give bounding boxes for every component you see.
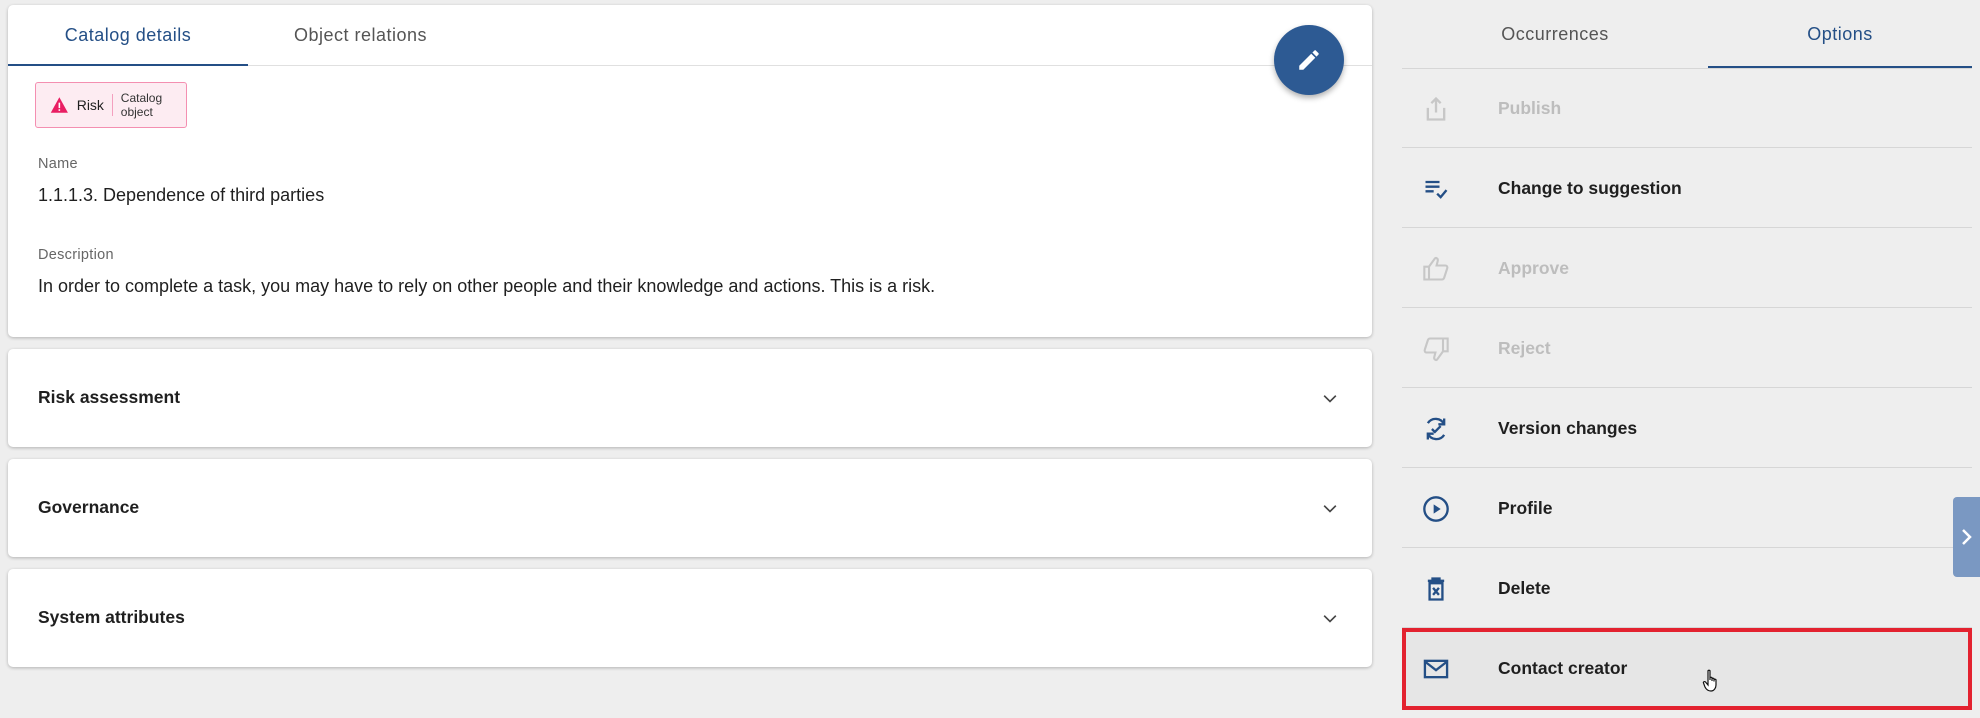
chip-divider [111, 94, 113, 116]
catalog-details-card: Catalog details Object relations Risk Ca… [8, 5, 1372, 337]
chevron-down-icon [1323, 505, 1337, 513]
option-label: Reject [1498, 337, 1551, 358]
option-change-to-suggestion[interactable]: Change to suggestion [1402, 149, 1972, 228]
pencil-icon [1299, 50, 1319, 70]
option-label: Change to suggestion [1498, 177, 1682, 198]
option-label: Profile [1498, 497, 1553, 518]
accordion-title: Risk assessment [38, 387, 181, 407]
play-circle-icon [1423, 496, 1449, 522]
edit-button[interactable] [1274, 25, 1344, 95]
share-icon [1426, 96, 1446, 121]
accordion-title: System attributes [38, 607, 185, 627]
mail-icon [1423, 659, 1449, 679]
option-delete[interactable]: Delete [1402, 549, 1972, 628]
chevron-right-icon [1961, 529, 1972, 545]
tab-catalog-details[interactable]: Catalog details [8, 5, 248, 66]
chip-type: Catalog object [120, 91, 163, 119]
option-publish[interactable]: Publish [1402, 69, 1972, 148]
tab-object-relations[interactable]: Object relations [248, 5, 473, 65]
option-label: Approve [1498, 257, 1569, 278]
chevron-down-icon [1323, 395, 1337, 403]
thumb-down-icon [1423, 337, 1449, 361]
name-label: Name [38, 156, 78, 172]
tab-occurrences[interactable]: Occurrences [1402, 0, 1708, 68]
option-approve[interactable]: Approve [1402, 229, 1972, 308]
warning-icon [50, 97, 68, 113]
details-tabs: Catalog details Object relations [8, 5, 1372, 66]
option-reject[interactable]: Reject [1402, 309, 1972, 388]
option-profile[interactable]: Profile [1402, 469, 1972, 548]
accordion-system-attributes[interactable]: System attributes [8, 569, 1372, 667]
trash-icon [1427, 577, 1445, 601]
side-panel-toggle[interactable] [1953, 497, 1980, 577]
description-value: In order to complete a task, you may hav… [38, 276, 936, 296]
hand-cursor-icon [1702, 669, 1717, 692]
tab-options[interactable]: Options [1708, 0, 1972, 68]
option-label: Version changes [1498, 417, 1638, 438]
playlist-check-icon [1425, 180, 1448, 199]
thumb-up-icon [1423, 257, 1449, 281]
chevron-down-icon [1323, 615, 1337, 623]
option-label: Contact creator [1498, 658, 1628, 678]
chip-label: Risk [76, 97, 104, 113]
side-panel-tabs: Occurrences Options [1402, 0, 1972, 69]
object-type-chip: Risk Catalog object [35, 82, 187, 128]
option-version-changes[interactable]: Version changes [1402, 389, 1972, 468]
name-value: 1.1.1.3. Dependence of third parties [38, 185, 325, 205]
accordion-risk-assessment[interactable]: Risk assessment [8, 349, 1372, 447]
option-label: Delete [1498, 577, 1551, 598]
accordion-governance[interactable]: Governance [8, 459, 1372, 557]
accordion-title: Governance [38, 497, 140, 517]
description-label: Description [38, 247, 114, 263]
option-contact-creator[interactable]: Contact creator [1402, 629, 1972, 708]
option-label: Publish [1498, 97, 1562, 118]
sync-check-icon [1426, 417, 1446, 441]
